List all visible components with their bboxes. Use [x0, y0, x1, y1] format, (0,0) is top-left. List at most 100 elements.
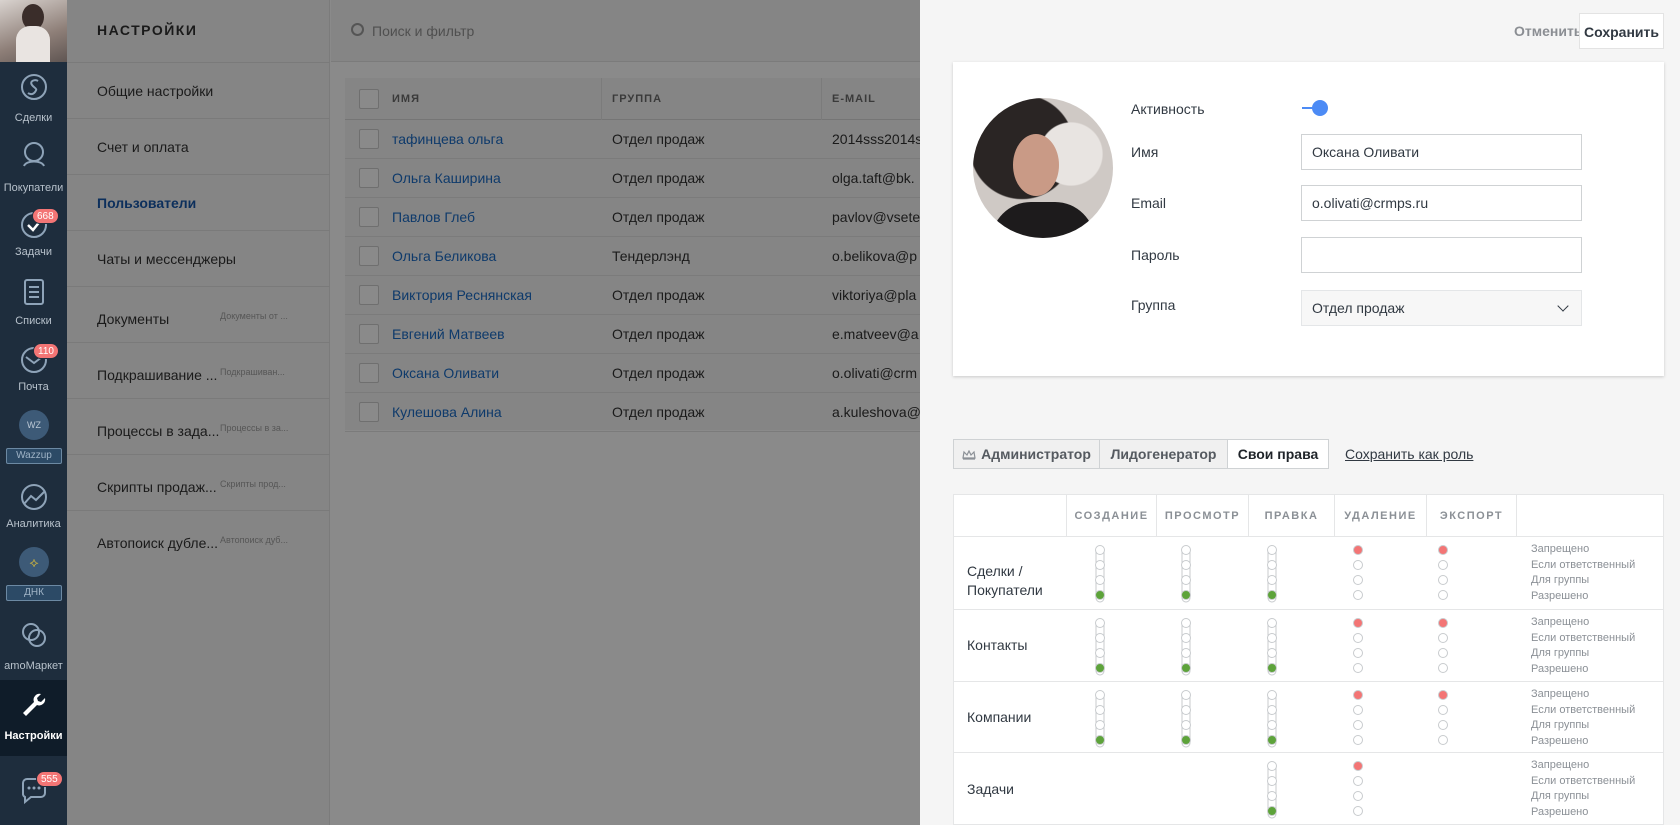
- settings-item-users[interactable]: Пользователи: [67, 174, 330, 230]
- table-row[interactable]: Павлов Глеб Отдел продаж pavlov@vsete: [345, 198, 920, 237]
- group-select[interactable]: Отдел продаж: [1301, 290, 1582, 326]
- column-header-name[interactable]: ИМЯ: [392, 93, 420, 105]
- settings-item-general[interactable]: Общие настройки: [67, 62, 330, 118]
- settings-item-scripts[interactable]: Скрипты продаж... Скрипты прод...: [67, 454, 330, 510]
- user-name-link[interactable]: Евгений Матвеев: [392, 326, 592, 342]
- row-checkbox[interactable]: [359, 168, 379, 188]
- level-marker-active: [1267, 663, 1277, 673]
- table-row[interactable]: Виктория Реснянская Отдел продаж viktoriya…: [345, 276, 920, 315]
- user-name-link[interactable]: Павлов Глеб: [392, 209, 592, 225]
- user-name-link[interactable]: Кулешова Алина: [392, 404, 592, 420]
- row-checkbox[interactable]: [359, 324, 379, 344]
- rights-row-contacts: Контакты Запрещено Если ответственный Для …: [954, 610, 1663, 682]
- nav-settings[interactable]: Настройки: [0, 688, 67, 744]
- rights-level-slider[interactable]: [1179, 544, 1193, 604]
- level-marker: [1438, 648, 1448, 658]
- rights-level-slider[interactable]: [1265, 544, 1279, 604]
- rights-level-slider[interactable]: [1093, 689, 1107, 749]
- rights-header-create: СОЗДАНИЕ: [1067, 495, 1157, 537]
- user-name-link[interactable]: Ольга Беликова: [392, 248, 592, 264]
- password-field[interactable]: [1301, 237, 1582, 273]
- rights-level-slider[interactable]: [1265, 760, 1279, 820]
- level-marker-active: [1353, 618, 1363, 628]
- row-checkbox[interactable]: [359, 246, 379, 266]
- rights-level-slider[interactable]: [1265, 689, 1279, 749]
- row-checkbox[interactable]: [359, 285, 379, 305]
- level-marker-active: [1353, 761, 1363, 771]
- rights-level-slider[interactable]: [1093, 617, 1107, 677]
- user-group: Отдел продаж: [612, 404, 705, 420]
- rights-level-slider[interactable]: [1436, 617, 1450, 677]
- nav-analytics[interactable]: Аналитика: [0, 480, 67, 536]
- row-checkbox[interactable]: [359, 363, 379, 383]
- current-user-avatar[interactable]: [0, 0, 67, 62]
- column-header-email[interactable]: E-MAIL: [832, 93, 876, 105]
- row-checkbox[interactable]: [359, 402, 379, 422]
- nav-label: Списки: [15, 315, 52, 327]
- user-name-link[interactable]: Виктория Реснянская: [392, 287, 592, 303]
- settings-item-label: Подкрашивание ...: [97, 367, 218, 383]
- user-email: a.kuleshova@: [832, 404, 920, 420]
- settings-item-duplicates[interactable]: Автопоиск дубле... Автопоиск дуб...: [67, 510, 330, 566]
- nav-mail[interactable]: 110 Почта: [0, 343, 67, 399]
- nav-chats[interactable]: 555: [0, 771, 67, 813]
- row-checkbox[interactable]: [359, 129, 379, 149]
- rights-level-slider[interactable]: [1179, 617, 1193, 677]
- rights-level-slider[interactable]: [1351, 617, 1365, 677]
- tab-custom-rights[interactable]: Свои права: [1227, 439, 1329, 469]
- settings-item-chats[interactable]: Чаты и мессенджеры: [67, 230, 330, 286]
- email-label: Email: [1131, 195, 1167, 211]
- level-marker: [1181, 575, 1191, 585]
- settings-item-processes[interactable]: Процессы в зада... Процессы в за...: [67, 398, 330, 454]
- rights-level-slider[interactable]: [1436, 544, 1450, 604]
- table-row[interactable]: Евгений Матвеев Отдел продаж e.matveev@a: [345, 315, 920, 354]
- rights-row-label: Задачи: [967, 781, 1015, 797]
- nav-amomarket[interactable]: amoМаркет: [0, 618, 67, 674]
- table-row[interactable]: Кулешова Алина Отдел продаж a.kuleshova@: [345, 393, 920, 432]
- save-button[interactable]: Сохранить: [1579, 13, 1664, 49]
- rights-level-slider[interactable]: [1436, 689, 1450, 749]
- email-field[interactable]: [1301, 185, 1582, 221]
- rights-level-slider[interactable]: [1093, 544, 1107, 604]
- nav-wazzup[interactable]: WZ Wazzup: [0, 410, 67, 466]
- settings-item-billing[interactable]: Счет и оплата: [67, 118, 330, 174]
- rights-level-slider[interactable]: [1351, 760, 1365, 820]
- table-row[interactable]: Ольга Беликова Тендерлэнд o.belikova@p: [345, 237, 920, 276]
- user-name-link[interactable]: Ольга Каширина: [392, 170, 592, 186]
- nav-customers[interactable]: Покупатели: [0, 138, 67, 194]
- nav-label: amoМаркет: [4, 660, 63, 672]
- legend-level: Для группы: [1531, 790, 1590, 802]
- search-input[interactable]: [372, 20, 772, 42]
- legend-level: Если ответственный: [1531, 558, 1636, 571]
- tab-administrator[interactable]: Администратор: [953, 439, 1100, 469]
- rights-level-slider[interactable]: [1351, 689, 1365, 749]
- table-row[interactable]: Ольга Каширина Отдел продаж olga.taft@bk.: [345, 159, 920, 198]
- user-name-link[interactable]: тафинцева ольга: [392, 131, 592, 147]
- rights-level-slider[interactable]: [1179, 689, 1193, 749]
- nav-deals[interactable]: Сделки: [0, 70, 67, 126]
- select-all-checkbox[interactable]: [359, 89, 379, 109]
- settings-item-documents[interactable]: Документы Документы от ...: [67, 286, 330, 342]
- activity-toggle[interactable]: [1302, 100, 1328, 116]
- column-header-group[interactable]: ГРУППА: [612, 93, 662, 105]
- user-name-link[interactable]: Оксана Оливати: [392, 365, 592, 381]
- user-photo[interactable]: [973, 98, 1113, 238]
- tab-leadgen[interactable]: Лидогенератор: [1099, 439, 1228, 469]
- level-marker-active: [1267, 806, 1277, 816]
- name-field[interactable]: [1301, 134, 1582, 170]
- nav-tasks[interactable]: 668 Задачи: [0, 208, 67, 264]
- table-row[interactable]: тафинцева ольга Отдел продаж 2014sss2014s: [345, 120, 920, 159]
- save-as-role-link[interactable]: Сохранить как роль: [1345, 446, 1473, 462]
- rights-level-legend: Запрещено Если ответственный Для группы Раз…: [1531, 687, 1635, 749]
- level-marker: [1353, 590, 1363, 600]
- nav-lists[interactable]: Списки: [0, 275, 67, 331]
- row-checkbox[interactable]: [359, 207, 379, 227]
- nav-dnk[interactable]: ⟡ ДНК: [0, 547, 67, 603]
- table-row[interactable]: Оксана Оливати Отдел продаж o.olivati@crm: [345, 354, 920, 393]
- rights-level-slider[interactable]: [1265, 617, 1279, 677]
- settings-item-coloring[interactable]: Подкрашивание ... Подкрашиван...: [67, 342, 330, 398]
- level-marker: [1095, 648, 1105, 658]
- nav-label: Сделки: [14, 112, 53, 124]
- level-marker: [1353, 648, 1363, 658]
- rights-level-slider[interactable]: [1351, 544, 1365, 604]
